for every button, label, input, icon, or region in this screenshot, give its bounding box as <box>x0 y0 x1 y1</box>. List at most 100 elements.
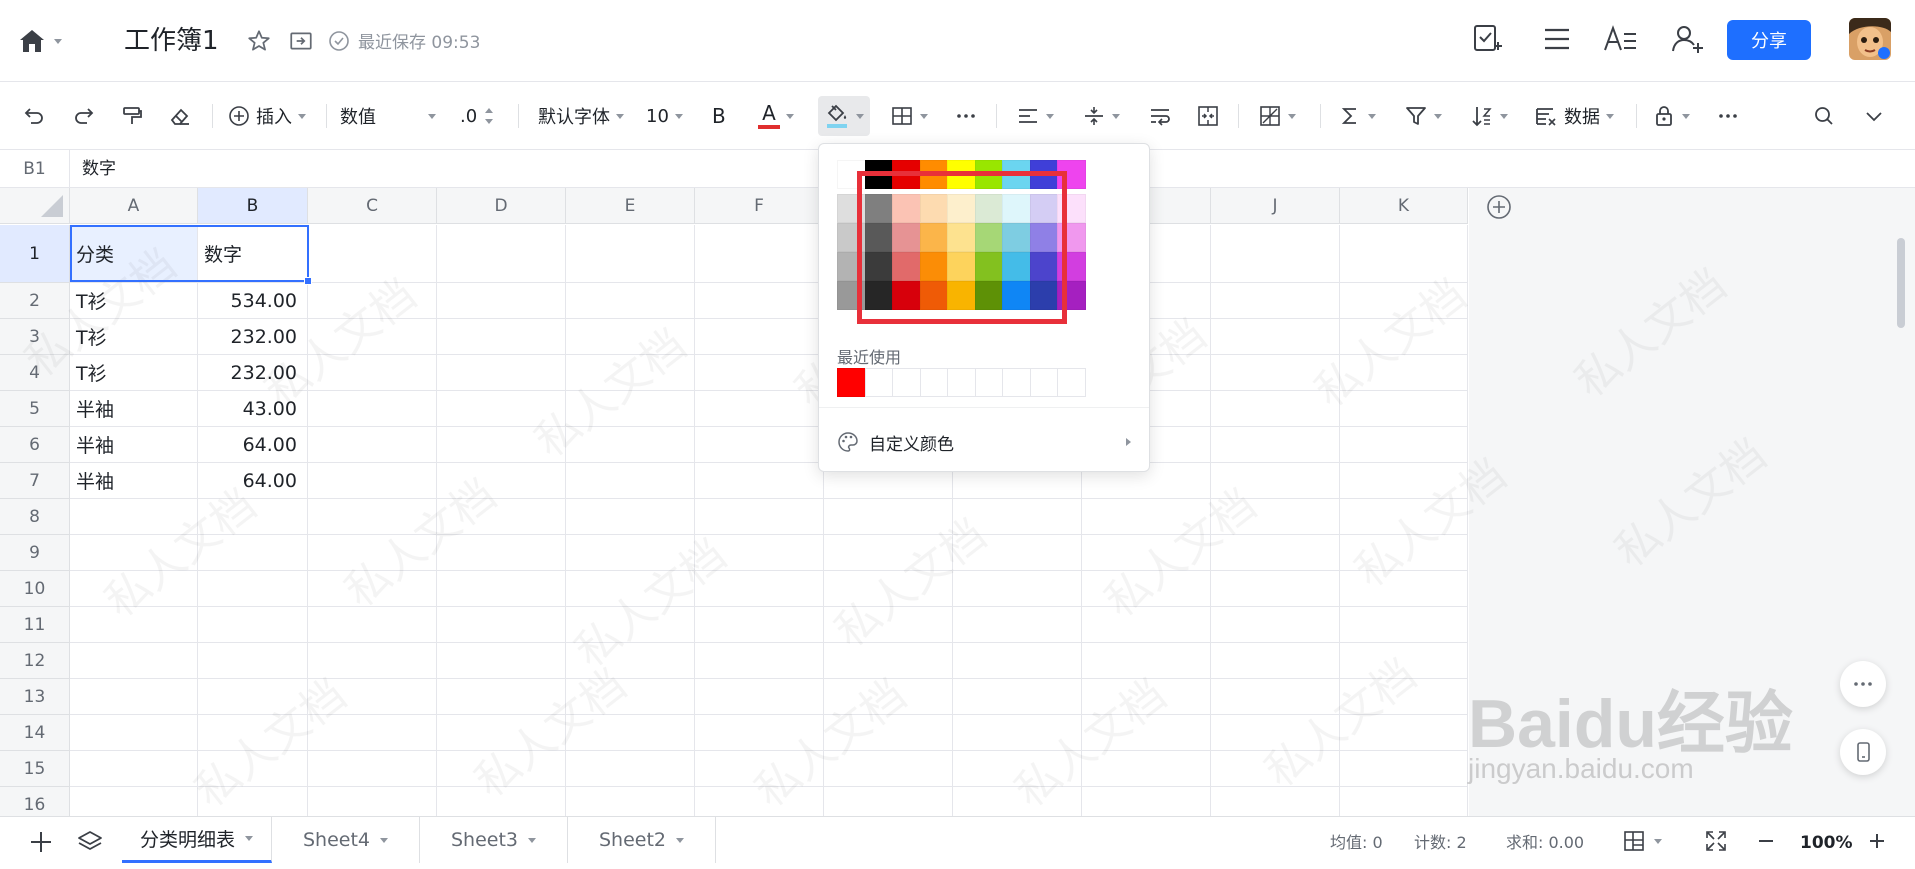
sheet-tab[interactable]: 分类明细表 <box>122 817 272 863</box>
cell-a14[interactable] <box>70 715 198 751</box>
cell-i16[interactable] <box>1082 787 1211 816</box>
cell-f7[interactable] <box>695 463 824 499</box>
sheet-tab[interactable]: Sheet3 <box>420 817 568 863</box>
cell-c16[interactable] <box>308 787 437 816</box>
row-header-4[interactable]: 4 <box>0 355 70 391</box>
color-swatch[interactable] <box>864 252 894 281</box>
cell-d6[interactable] <box>437 427 566 463</box>
color-swatch[interactable] <box>837 160 866 189</box>
cell-b14[interactable] <box>198 715 308 751</box>
cell-j1[interactable] <box>1211 225 1340 283</box>
cell-f15[interactable] <box>695 751 824 787</box>
cell-k5[interactable] <box>1340 391 1468 427</box>
recent-color-swatch[interactable] <box>1029 368 1059 397</box>
cell-k8[interactable] <box>1340 499 1468 535</box>
borders-button[interactable] <box>890 82 928 150</box>
move-to-folder-icon[interactable] <box>288 28 314 54</box>
color-swatch[interactable] <box>864 194 894 223</box>
cell-e16[interactable] <box>566 787 695 816</box>
cell-i8[interactable] <box>1082 499 1211 535</box>
color-swatch[interactable] <box>919 252 949 281</box>
recent-color-swatch[interactable] <box>947 368 976 397</box>
font-size-select[interactable]: 10 <box>646 82 683 150</box>
data-menu-button[interactable]: 数据 <box>1534 82 1614 150</box>
cell-h12[interactable] <box>953 643 1082 679</box>
cell-d8[interactable] <box>437 499 566 535</box>
cell-e10[interactable] <box>566 571 695 607</box>
cell-a5[interactable]: 半袖 <box>70 391 198 427</box>
cell-reference[interactable]: B1 <box>0 150 70 188</box>
cell-e9[interactable] <box>566 535 695 571</box>
menu-icon[interactable] <box>1540 22 1574 56</box>
cell-b8[interactable] <box>198 499 308 535</box>
row-header-13[interactable]: 13 <box>0 679 70 715</box>
color-swatch[interactable] <box>919 223 949 252</box>
cell-d11[interactable] <box>437 607 566 643</box>
cell-a3[interactable]: T衫 <box>70 319 198 355</box>
cell-a12[interactable] <box>70 643 198 679</box>
cell-c8[interactable] <box>308 499 437 535</box>
sum-button[interactable] <box>1338 82 1376 150</box>
cell-e11[interactable] <box>566 607 695 643</box>
row-header-14[interactable]: 14 <box>0 715 70 751</box>
number-format-select[interactable]: 数值 <box>340 82 436 150</box>
cell-c5[interactable] <box>308 391 437 427</box>
cell-f1[interactable] <box>695 225 824 283</box>
recent-color-swatch[interactable] <box>864 368 894 397</box>
cell-b13[interactable] <box>198 679 308 715</box>
color-swatch[interactable] <box>974 252 1004 281</box>
cell-g10[interactable] <box>824 571 953 607</box>
cell-b1[interactable]: 数字 <box>198 225 308 283</box>
row-header-1[interactable]: 1 <box>0 225 70 283</box>
cell-b5[interactable]: 43.00 <box>198 391 308 427</box>
color-swatch[interactable] <box>1029 223 1059 252</box>
row-header-7[interactable]: 7 <box>0 463 70 499</box>
cell-k3[interactable] <box>1340 319 1468 355</box>
color-swatch[interactable] <box>864 160 894 189</box>
cell-d10[interactable] <box>437 571 566 607</box>
row-header-15[interactable]: 15 <box>0 751 70 787</box>
color-swatch[interactable] <box>947 223 976 252</box>
cell-j10[interactable] <box>1211 571 1340 607</box>
cell-f4[interactable] <box>695 355 824 391</box>
color-swatch[interactable] <box>1029 281 1059 310</box>
zoom-in-button[interactable] <box>1867 831 1887 851</box>
color-swatch[interactable] <box>1002 160 1031 189</box>
color-swatch[interactable] <box>1002 223 1031 252</box>
color-swatch[interactable] <box>1029 252 1059 281</box>
cell-i15[interactable] <box>1082 751 1211 787</box>
cell-b15[interactable] <box>198 751 308 787</box>
cell-d2[interactable] <box>437 283 566 319</box>
cell-g13[interactable] <box>824 679 953 715</box>
chevron-down-icon[interactable] <box>528 837 537 843</box>
cell-k13[interactable] <box>1340 679 1468 715</box>
color-swatch[interactable] <box>1029 160 1059 189</box>
sheet-tab[interactable]: Sheet2 <box>568 817 716 863</box>
cell-e7[interactable] <box>566 463 695 499</box>
cell-k9[interactable] <box>1340 535 1468 571</box>
column-header-e[interactable]: E <box>566 188 695 224</box>
cell-c4[interactable] <box>308 355 437 391</box>
cell-b12[interactable] <box>198 643 308 679</box>
color-swatch[interactable] <box>974 194 1004 223</box>
cell-f14[interactable] <box>695 715 824 751</box>
column-header-c[interactable]: C <box>308 188 437 224</box>
wrap-text-button[interactable] <box>1148 82 1172 150</box>
cell-k2[interactable] <box>1340 283 1468 319</box>
vertical-scrollbar[interactable] <box>1897 238 1905 328</box>
color-swatch[interactable] <box>1057 223 1086 252</box>
color-swatch[interactable] <box>974 160 1004 189</box>
cell-e6[interactable] <box>566 427 695 463</box>
cell-j8[interactable] <box>1211 499 1340 535</box>
color-swatch[interactable] <box>1057 252 1086 281</box>
cell-c11[interactable] <box>308 607 437 643</box>
cell-c3[interactable] <box>308 319 437 355</box>
home-menu-button[interactable] <box>18 26 74 56</box>
cell-b3[interactable]: 232.00 <box>198 319 308 355</box>
cell-c1[interactable] <box>308 225 437 283</box>
cell-e1[interactable] <box>566 225 695 283</box>
share-button[interactable]: 分享 <box>1727 20 1811 60</box>
cell-c6[interactable] <box>308 427 437 463</box>
column-header-f[interactable]: F <box>695 188 824 224</box>
cell-k12[interactable] <box>1340 643 1468 679</box>
